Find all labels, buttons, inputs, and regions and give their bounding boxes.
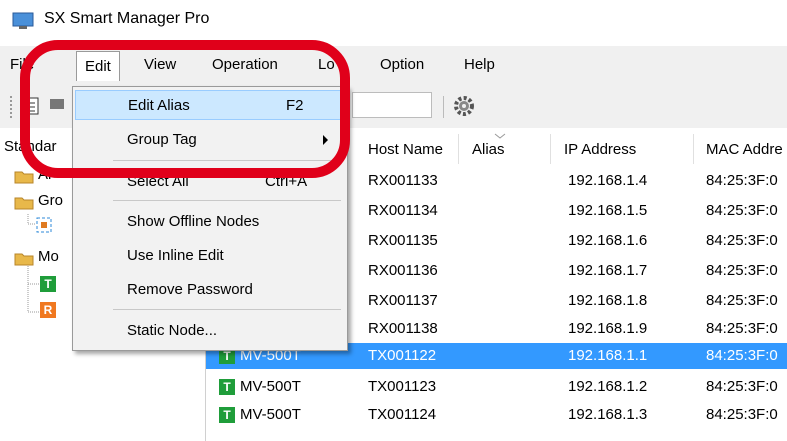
cell-ip-address: 192.168.1.8 [568,292,648,309]
column-divider [550,134,551,164]
sort-indicator-icon [494,133,506,139]
gear-icon[interactable] [452,94,476,118]
column-header-mac-address[interactable]: MAC Addre [706,141,783,158]
cell-host-name: TX001122 [368,347,437,364]
tree-item-model[interactable]: Mo [38,248,59,265]
cell-host-name: RX001137 [368,292,438,309]
table-row[interactable]: T MV-500T TX001124 192.168.1.3 84:25:3F:… [206,402,787,428]
search-input[interactable] [352,92,432,118]
menu-item-remove-password[interactable]: Remove Password [75,275,345,305]
column-divider [693,134,694,164]
cell-model: MV-500T [240,406,301,423]
menu-separator [113,309,341,310]
app-icon [12,12,34,29]
cell-mac-address: 84:25:3F:0 [706,406,778,423]
cell-model: MV-500T [240,378,301,395]
cell-mac-address: 84:25:3F:0 [706,320,778,337]
cell-mac-address: 84:25:3F:0 [706,202,778,219]
folder-icon [14,197,34,210]
cell-ip-address: 192.168.1.2 [568,378,648,395]
cell-mac-address: 84:25:3F:0 [706,378,778,395]
menu-separator [113,200,341,201]
toolbar-separator [443,96,444,118]
cell-host-name: RX001138 [368,320,438,337]
column-divider [458,134,459,164]
tx-device-icon: T [219,379,235,395]
cell-mac-address: 84:25:3F:0 [706,232,778,249]
folder-icon [14,253,34,266]
table-row[interactable]: T MV-500T TX001123 192.168.1.2 84:25:3F:… [206,374,787,400]
cell-ip-address: 192.168.1.9 [568,320,648,337]
menu-item-label: Show Offline Nodes [127,213,260,230]
column-header-ip-address[interactable]: IP Address [564,141,636,158]
menu-item-use-inline-edit[interactable]: Use Inline Edit [75,241,345,271]
column-header-alias[interactable]: Alias [472,141,505,158]
tx-device-icon: T [219,407,235,423]
cell-host-name: RX001134 [368,202,438,219]
cell-ip-address: 192.168.1.1 [568,347,648,364]
cell-mac-address: 84:25:3F:0 [706,262,778,279]
menu-item-label: Use Inline Edit [127,247,224,264]
cell-mac-address: 84:25:3F:0 [706,172,778,189]
cell-ip-address: 192.168.1.5 [568,202,648,219]
toolbar-grip[interactable] [10,96,15,118]
tx-node-icon[interactable]: T [40,276,56,292]
menu-item-static-node[interactable]: Static Node... [75,316,345,346]
cell-ip-address: 192.168.1.4 [568,172,648,189]
window-title: SX Smart Manager Pro [44,10,210,27]
cell-ip-address: 192.168.1.3 [568,406,648,423]
rx-node-icon[interactable]: R [40,302,56,318]
cell-host-name: RX001136 [368,262,438,279]
cell-ip-address: 192.168.1.7 [568,262,648,279]
menu-help[interactable]: Help [464,56,495,73]
cell-mac-address: 84:25:3F:0 [706,347,778,364]
cell-host-name: TX001123 [368,378,437,395]
folder-icon [14,171,34,184]
column-header-host-name[interactable]: Host Name [368,141,443,158]
cell-mac-address: 84:25:3F:0 [706,292,778,309]
annotation-highlight-ring [20,40,350,178]
group-node-icon [36,217,52,233]
cell-host-name: TX001124 [368,406,437,423]
cell-host-name: RX001135 [368,232,438,249]
menu-item-label: Remove Password [127,281,253,298]
cell-ip-address: 192.168.1.6 [568,232,648,249]
cell-host-name: RX001133 [368,172,438,189]
menu-item-label: Static Node... [127,322,218,339]
menu-option[interactable]: Option [380,56,424,73]
tree-item-group[interactable]: Gro [38,192,63,209]
menu-item-show-offline-nodes[interactable]: Show Offline Nodes [75,207,345,237]
